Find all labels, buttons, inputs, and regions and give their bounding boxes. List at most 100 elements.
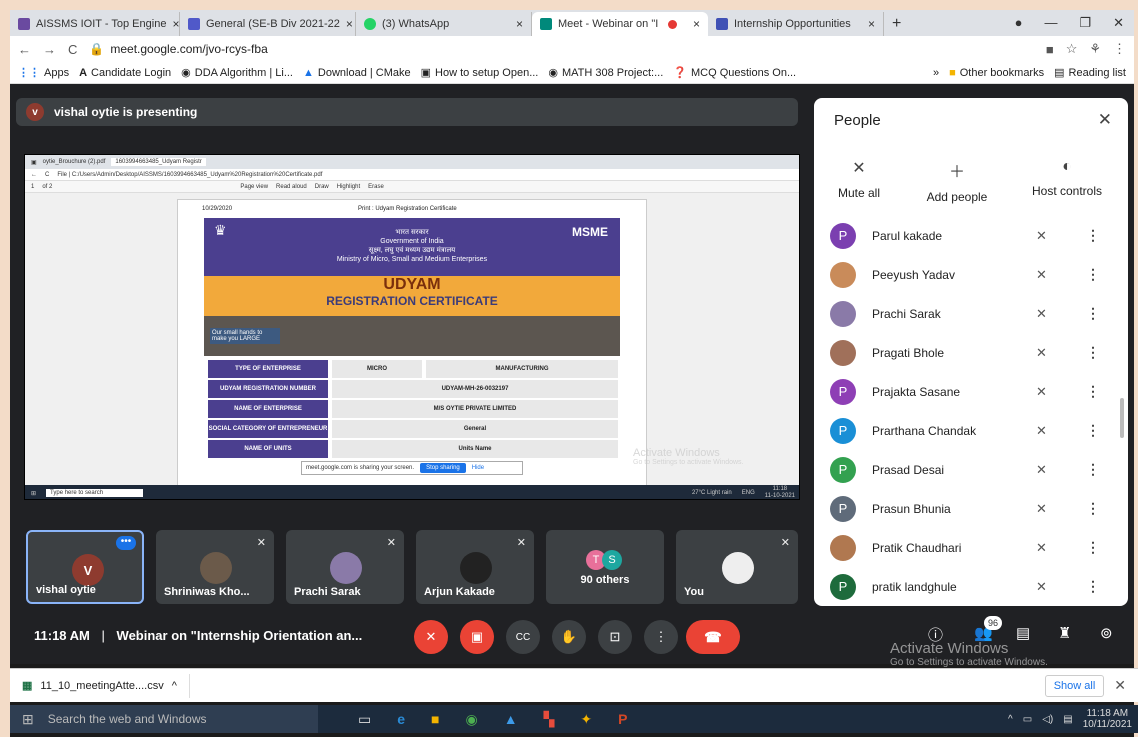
present-button[interactable]: ⊡ [598, 620, 632, 654]
more-options-icon[interactable]: ⋮ [1086, 344, 1100, 361]
task-view-icon[interactable]: ▭ [358, 711, 371, 728]
reading-list[interactable]: ▤ Reading list [1054, 66, 1126, 80]
tab-meet[interactable]: Meet - Webinar on "I × [532, 12, 708, 36]
mute-all-button[interactable]: ✕ Mute all [814, 158, 904, 200]
more-options-button[interactable]: ⋮ [644, 620, 678, 654]
list-item[interactable]: Prachi Sarak ✕ ⋮ [814, 294, 1128, 333]
host-controls-button[interactable]: ◐ Host controls [1022, 158, 1112, 198]
forward-icon[interactable]: → [43, 42, 56, 57]
app-icon[interactable]: ✦ [580, 711, 592, 728]
list-item[interactable]: Peeyush Yadav ✕ ⋮ [814, 255, 1128, 294]
chevron-up-icon[interactable]: ^ [172, 680, 177, 692]
tiles-icon[interactable]: ▚ [544, 711, 555, 728]
banner-photo: Our small hands to make you LARGE [204, 316, 620, 356]
camera-toggle-button[interactable]: ▣ [460, 620, 494, 654]
participant-tile[interactable]: ••• V vishal oytie [26, 530, 144, 604]
more-options-icon[interactable]: ⋮ [1086, 227, 1100, 244]
close-icon[interactable]: × [346, 17, 353, 31]
chrome-icon[interactable]: ◉ [466, 711, 478, 728]
leave-call-button[interactable]: ☎ [686, 620, 740, 654]
self-tile[interactable]: ✕ You [676, 530, 798, 604]
more-options-icon[interactable]: ⋮ [1086, 266, 1100, 283]
list-item[interactable]: P Prasun Bhunia ✕ ⋮ [814, 489, 1128, 528]
close-window-icon[interactable]: ✕ [1113, 15, 1124, 31]
close-icon[interactable]: ✕ [1114, 677, 1126, 694]
participant-tile[interactable]: ✕ Shriniwas Kho... [156, 530, 274, 604]
list-item[interactable]: Ppratik landghule ✕ ⋮ [814, 567, 1128, 606]
participant-tile[interactable]: ✕ Prachi Sarak [286, 530, 404, 604]
bookmark-dda[interactable]: ◉ DDA Algorithm | Li... [181, 66, 293, 80]
close-icon[interactable]: × [868, 17, 875, 31]
tab-internship[interactable]: Internship Opportunities × [708, 12, 884, 36]
bookmarks-more[interactable]: » [933, 66, 939, 79]
store-icon[interactable]: ▲ [504, 711, 518, 728]
notification-icon[interactable]: ▤ [1063, 714, 1072, 725]
more-options-icon[interactable]: ⋮ [1086, 422, 1100, 439]
shared-taskbar: ⊞ Type here to search 27°C Light rain EN… [25, 485, 799, 499]
participant-tile[interactable]: ✕ Arjun Kakade [416, 530, 534, 604]
captions-button[interactable]: CC [506, 620, 540, 654]
tab-general[interactable]: General (SE-B Div 2021-22 × [180, 12, 356, 36]
more-options-icon[interactable]: ⋮ [1086, 383, 1100, 400]
close-icon[interactable]: ✕ [1098, 110, 1112, 130]
tab-whatsapp[interactable]: (3) WhatsApp × [356, 12, 532, 36]
more-options-icon[interactable]: ⋮ [1086, 461, 1100, 478]
mic-toggle-button[interactable]: ✕ [414, 620, 448, 654]
bookmark-candidate-login[interactable]: A Candidate Login [79, 67, 171, 79]
list-item[interactable]: Pratik Chaudhari ✕ ⋮ [814, 528, 1128, 567]
list-item[interactable]: P Prasad Desai ✕ ⋮ [814, 450, 1128, 489]
volume-icon[interactable]: ◁) [1042, 714, 1053, 725]
more-options-icon[interactable]: ⋮ [1086, 539, 1100, 556]
list-item[interactable]: Pragati Bhole ✕ ⋮ [814, 333, 1128, 372]
list-item[interactable]: P Parul kakade ✕ ⋮ [814, 216, 1128, 255]
file-explorer-icon[interactable]: ■ [431, 711, 439, 728]
show-all-button[interactable]: Show all [1044, 674, 1105, 697]
powerpoint-icon[interactable]: P [618, 711, 627, 728]
participant-name: Prasun Bhunia [872, 501, 951, 516]
bookmark-cmake[interactable]: ▲ Download | CMake [303, 67, 411, 79]
reload-icon[interactable]: C [68, 42, 77, 57]
edge-icon[interactable]: e [397, 711, 405, 728]
download-item[interactable]: ▦ 11_10_meetingAtte....csv ^ [22, 673, 190, 698]
close-icon[interactable]: × [172, 17, 179, 31]
panel-scrollbar[interactable] [1120, 398, 1124, 438]
new-tab-button[interactable]: + [884, 12, 909, 36]
back-icon[interactable]: ← [18, 42, 31, 57]
participant-name: Arjun Kakade [424, 586, 495, 598]
host-lock-icon[interactable]: ⊚ [1100, 624, 1113, 642]
bookmark-apps[interactable]: ⋮⋮ Apps [18, 66, 69, 80]
activities-icon[interactable]: ♜ [1058, 624, 1071, 642]
more-options-icon[interactable]: ⋮ [1086, 500, 1100, 517]
taskbar-clock[interactable]: 11:18 AM 10/11/2021 [1083, 708, 1132, 730]
shared-screen[interactable]: ▣ oytie_Brouchure (2).pdf 1603994663485_… [24, 154, 800, 500]
add-people-button[interactable]: ＋ Add people [912, 158, 1002, 204]
profile-icon[interactable]: ● [1015, 15, 1023, 31]
tab-aissms[interactable]: AISSMS IOIT - Top Engine × [10, 12, 180, 36]
camera-icon[interactable]: ■ [1046, 42, 1054, 57]
more-options-icon[interactable]: ⋮ [1086, 305, 1100, 322]
url-field[interactable]: 🔒 meet.google.com/jvo-rcys-fba [89, 42, 267, 56]
list-item[interactable]: P Prajakta Sasane ✕ ⋮ [814, 372, 1128, 411]
restore-icon[interactable]: ❐ [1079, 15, 1091, 31]
avatar [830, 534, 856, 561]
tray-chevron-icon[interactable]: ^ [1008, 714, 1013, 725]
bookmark-math[interactable]: ◉ MATH 308 Project:... [548, 66, 663, 80]
other-bookmarks[interactable]: ■ Other bookmarks [949, 66, 1044, 79]
menu-icon[interactable]: ⋮ [1113, 41, 1126, 57]
people-count-badge: 96 [984, 616, 1002, 630]
bookmark-mcq[interactable]: ❓ MCQ Questions On... [673, 66, 796, 80]
more-options-icon[interactable]: ••• [116, 536, 136, 550]
extension-icon[interactable]: ⚘ [1089, 41, 1101, 57]
network-icon[interactable]: ▭ [1023, 714, 1032, 725]
more-options-icon[interactable]: ⋮ [1086, 578, 1100, 595]
list-item[interactable]: P Prarthana Chandak ✕ ⋮ [814, 411, 1128, 450]
participant-tile-others[interactable]: T S 90 others [546, 530, 664, 604]
close-icon[interactable]: × [693, 17, 700, 31]
taskbar-search[interactable]: ⊞ Search the web and Windows [10, 705, 318, 733]
star-icon[interactable]: ☆ [1066, 41, 1078, 57]
close-icon[interactable]: × [516, 17, 523, 31]
windows-logo-icon[interactable]: ⊞ [22, 711, 34, 728]
minimize-icon[interactable]: — [1044, 15, 1057, 31]
bookmark-howto[interactable]: ▣ How to setup Open... [421, 66, 539, 80]
raise-hand-button[interactable]: ✋ [552, 620, 586, 654]
